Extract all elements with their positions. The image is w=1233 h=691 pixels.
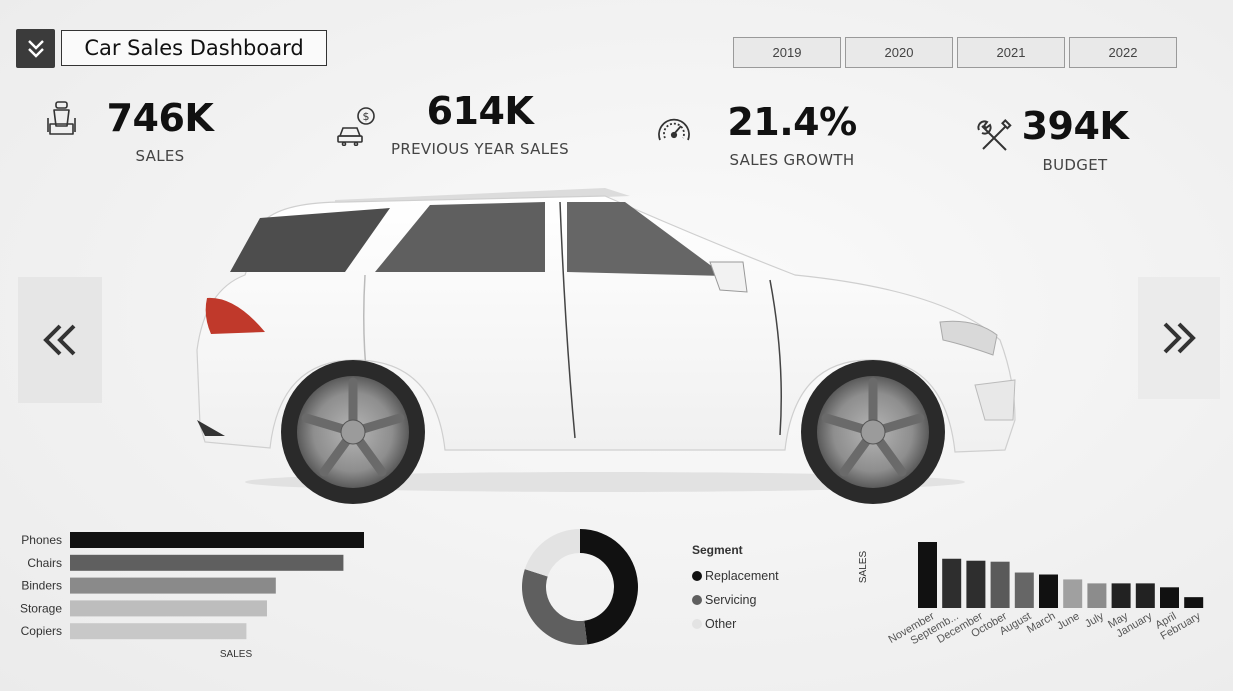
bar-category-label: Phones — [21, 533, 62, 547]
next-page-button[interactable] — [1138, 277, 1220, 399]
previous-page-button[interactable] — [18, 277, 102, 403]
column-november[interactable] — [918, 542, 937, 608]
speedometer-icon — [658, 118, 690, 141]
menu-button[interactable] — [16, 29, 55, 68]
legend-item-replacement: Replacement — [692, 564, 779, 588]
year-filter-group: 2019 2020 2021 2022 — [733, 37, 1181, 68]
donut-slice-other[interactable] — [524, 529, 580, 577]
dashboard-title: Car Sales Dashboard — [61, 30, 327, 66]
front-wheel — [801, 360, 945, 504]
bar-copiers[interactable] — [70, 623, 247, 640]
car-seat-icon — [47, 101, 76, 135]
sales-kpi-label: SALES — [135, 147, 185, 165]
year-filter-2020[interactable]: 2020 — [845, 37, 953, 68]
budget-kpi-label: BUDGET — [1042, 156, 1108, 174]
segment-donut-chart — [522, 529, 639, 645]
car-dollar-icon: $ — [337, 107, 375, 146]
bar-category-label: Storage — [20, 601, 62, 615]
budget-kpi-value: 394K — [1021, 104, 1129, 148]
column-october[interactable] — [990, 561, 1010, 608]
product-sales-bar-chart: Phones Chairs Binders Storage Copiers SALES — [20, 532, 364, 660]
legend-swatch — [692, 595, 702, 605]
tools-icon — [977, 119, 1012, 151]
month-tick-label: June — [1055, 610, 1082, 632]
bar-chairs[interactable] — [70, 554, 344, 571]
x-axis-title: SALES — [220, 649, 253, 660]
svg-text:$: $ — [363, 110, 370, 123]
column-may[interactable] — [1111, 583, 1131, 608]
bar-category-label: Chairs — [27, 556, 62, 570]
legend-swatch — [692, 571, 702, 581]
legend-item-other: Other — [692, 612, 779, 636]
legend-label: Servicing — [705, 593, 757, 607]
year-filter-2019[interactable]: 2019 — [733, 37, 841, 68]
previous-year-sales-kpi-value: 614K — [426, 89, 534, 133]
column-septemb[interactable] — [942, 558, 962, 608]
column-june[interactable] — [1063, 579, 1083, 608]
column-august[interactable] — [1014, 572, 1034, 608]
suv-car-image — [196, 188, 1016, 504]
legend-label: Other — [705, 617, 737, 631]
donut-legend: Replacement Servicing Other — [692, 564, 779, 636]
column-december[interactable] — [966, 560, 986, 608]
column-january[interactable] — [1135, 583, 1155, 608]
donut-legend-title: Segment — [692, 543, 743, 557]
donut-slice-replacement[interactable] — [580, 529, 639, 645]
column-july[interactable] — [1087, 583, 1107, 608]
previous-year-sales-kpi-label: PREVIOUS YEAR SALES — [391, 140, 569, 158]
y-axis-title: SALES — [858, 551, 869, 584]
column-february[interactable] — [1184, 597, 1204, 608]
sales-kpi-value: 746K — [106, 96, 214, 140]
legend-swatch — [692, 619, 702, 629]
column-march[interactable] — [1039, 574, 1058, 608]
bar-binders[interactable] — [70, 577, 276, 594]
double-chevron-left-icon — [43, 324, 76, 356]
legend-item-servicing: Servicing — [692, 588, 779, 612]
bar-category-label: Copiers — [21, 624, 62, 638]
bar-phones[interactable] — [70, 532, 364, 548]
rear-wheel — [281, 360, 425, 504]
month-tick-label: July — [1083, 610, 1106, 630]
month-tick-label: March — [1025, 610, 1057, 636]
monthly-sales-column-chart: SALESNovemberSeptemb...DecemberOctoberAu… — [858, 542, 1204, 647]
double-chevron-down-icon — [27, 39, 44, 58]
year-filter-2021[interactable]: 2021 — [957, 37, 1065, 68]
donut-slice-servicing[interactable] — [522, 569, 588, 645]
double-chevron-right-icon — [1163, 322, 1196, 354]
bar-storage[interactable] — [70, 600, 267, 617]
sales-growth-kpi-label: SALES GROWTH — [729, 151, 855, 169]
column-april[interactable] — [1160, 587, 1179, 608]
year-filter-2022[interactable]: 2022 — [1069, 37, 1177, 68]
sales-growth-kpi-value: 21.4% — [727, 100, 857, 144]
bar-category-label: Binders — [21, 579, 62, 593]
legend-label: Replacement — [705, 569, 779, 583]
